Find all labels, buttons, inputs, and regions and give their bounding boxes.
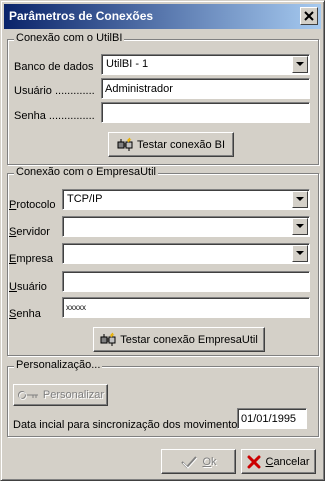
empresautil-connection-group: Conexão com o EmpresaUtil Protocolo TCP/…	[7, 166, 319, 356]
key-icon	[17, 390, 39, 400]
banco-dropdown-button[interactable]	[292, 56, 308, 73]
personalizar-button-label: Personalizar	[42, 389, 105, 401]
personalizar-button[interactable]: Personalizar	[13, 384, 108, 406]
close-button[interactable]	[300, 7, 318, 25]
usuario-empresa-input[interactable]	[65, 273, 307, 290]
utilbi-connection-group: Conexão com o UtilBI Banco de dados Util…	[7, 32, 319, 165]
senha-bi-label: Senha ...............	[14, 110, 95, 122]
usuario-bi-input[interactable]	[104, 80, 307, 97]
window-title: Parâmetros de Conexões	[9, 9, 154, 23]
banco-de-dados-value: UtilBI - 1	[106, 58, 149, 70]
chevron-down-icon	[296, 197, 304, 201]
plug-connection-icon	[117, 137, 133, 153]
close-icon	[304, 11, 314, 21]
personalizacao-group-legend: Personalização...	[14, 359, 103, 371]
cancel-button[interactable]: Cancelar	[241, 449, 316, 474]
test-bi-connection-button[interactable]: Testar conexão BI	[108, 132, 234, 157]
red-x-icon	[247, 455, 261, 469]
title-bar[interactable]: Parâmetros de Conexões	[4, 4, 321, 29]
senha-bi-field[interactable]	[101, 102, 310, 123]
data-sincronizacao-field[interactable]	[237, 408, 307, 429]
servidor-dropdown-button[interactable]	[292, 218, 308, 235]
servidor-select[interactable]	[62, 216, 310, 237]
test-empresautil-button-label: Testar conexão EmpresaUtil	[120, 333, 258, 346]
usuario-bi-label: Usuário .............	[14, 85, 95, 97]
usuario-bi-field[interactable]	[101, 78, 310, 99]
checkmark-icon	[180, 455, 198, 469]
test-empresautil-connection-button[interactable]: Testar conexão EmpresaUtil	[93, 327, 265, 352]
usuario-empresa-label: Usuário	[9, 281, 47, 293]
protocolo-dropdown-button[interactable]	[292, 191, 308, 208]
empresa-select[interactable]	[62, 243, 310, 264]
utilbi-group-legend: Conexão com o UtilBI	[14, 32, 125, 44]
empresautil-group-legend: Conexão com o EmpresaUtil	[14, 166, 159, 178]
chevron-down-icon	[296, 224, 304, 228]
senha-empresa-input[interactable]	[65, 299, 307, 316]
connection-parameters-dialog: Parâmetros de Conexões Conexão com o Uti…	[0, 0, 325, 481]
usuario-empresa-field[interactable]	[62, 271, 310, 292]
banco-de-dados-select[interactable]: UtilBI - 1	[101, 54, 310, 75]
cancel-button-label: Cancelar	[265, 455, 310, 468]
chevron-down-icon	[296, 62, 304, 66]
chevron-down-icon	[296, 251, 304, 255]
ok-button[interactable]: Ok	[161, 449, 236, 474]
data-sincronizacao-label: Data incial para sincronização dos movim…	[13, 419, 243, 431]
protocolo-select[interactable]: TCP/IP	[62, 189, 310, 210]
test-bi-button-label: Testar conexão BI	[136, 138, 226, 151]
data-sincronizacao-input[interactable]	[240, 410, 304, 427]
senha-empresa-field[interactable]	[62, 297, 310, 318]
servidor-label: Servidor	[9, 226, 50, 238]
senha-empresa-label: Senha	[9, 308, 41, 320]
plug-connection-icon	[100, 332, 116, 348]
empresa-dropdown-button[interactable]	[292, 245, 308, 262]
empresa-label: Empresa	[9, 253, 54, 265]
ok-button-label: Ok	[202, 455, 217, 468]
senha-bi-input[interactable]	[104, 104, 307, 121]
protocolo-label: Protocolo	[9, 199, 56, 211]
protocolo-value: TCP/IP	[67, 193, 103, 205]
banco-de-dados-label: Banco de dados	[14, 61, 94, 73]
personalizacao-group: Personalização... Personalizar Data inci…	[7, 359, 319, 437]
